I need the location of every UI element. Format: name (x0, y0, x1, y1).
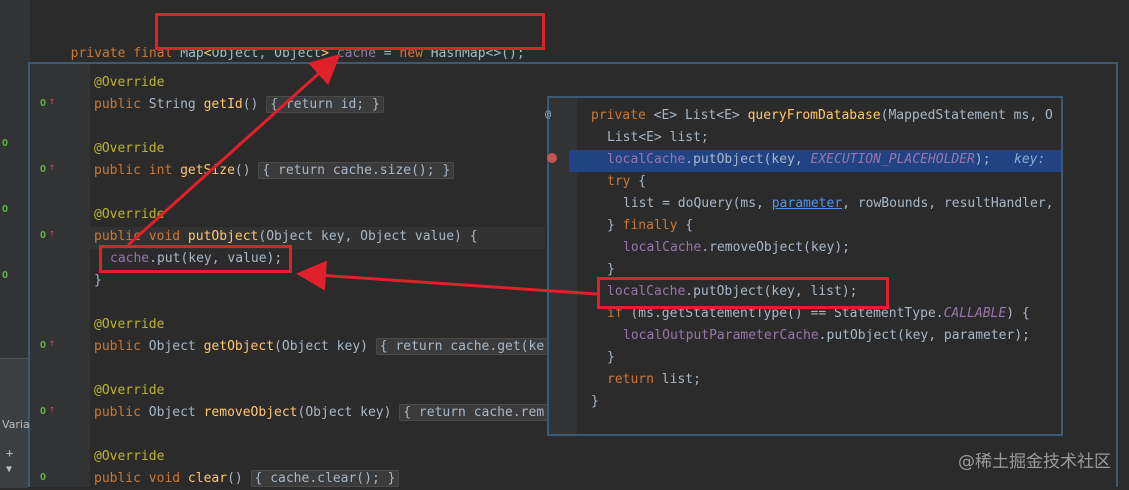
annotation-arrows (126, 53, 598, 296)
watermark: @稀土掘金技术社区 (958, 452, 1111, 472)
arrow-to-cache-field (126, 53, 341, 247)
arrow-to-cache-put (296, 260, 598, 296)
